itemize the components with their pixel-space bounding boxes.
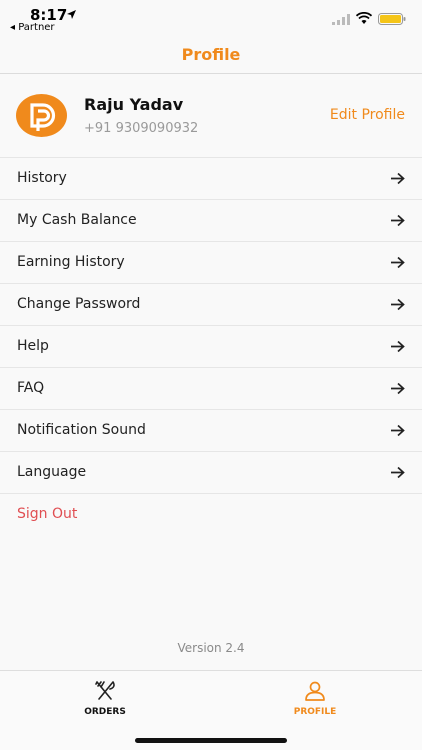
menu-item-label: Notification Sound <box>17 422 146 438</box>
user-phone: +91 9309090932 <box>84 121 199 136</box>
location-arrow-icon <box>67 10 76 19</box>
sign-out-button[interactable]: Sign Out <box>0 493 422 535</box>
menu-item-change-password[interactable]: Change Password <box>0 283 422 325</box>
arrow-right-icon <box>391 466 405 479</box>
nav-bar: Profile <box>0 38 422 74</box>
signal-icon <box>332 14 350 25</box>
menu-item-help[interactable]: Help <box>0 325 422 367</box>
menu-item-label: Help <box>17 338 49 354</box>
tab-label: PROFILE <box>293 707 337 717</box>
menu-item-history[interactable]: History <box>0 157 422 199</box>
wifi-icon <box>356 12 372 24</box>
arrow-right-icon <box>391 256 405 269</box>
back-to-app-link[interactable]: ◂ Partner <box>10 22 55 33</box>
menu-item-label: My Cash Balance <box>17 212 137 228</box>
avatar[interactable] <box>16 94 67 137</box>
menu-item-language[interactable]: Language <box>0 451 422 493</box>
menu-item-label: Language <box>17 464 87 480</box>
menu-item-label: History <box>17 170 67 186</box>
menu-item-cash-balance[interactable]: My Cash Balance <box>0 199 422 241</box>
tab-label: ORDERS <box>84 707 126 717</box>
arrow-right-icon <box>391 340 405 353</box>
status-bar: 8:17 ◂ Partner <box>0 0 422 38</box>
app-version: Version 2.4 <box>177 641 245 655</box>
fork-knife-icon <box>95 681 115 700</box>
edit-profile-button[interactable]: Edit Profile <box>330 107 405 123</box>
page-title: Profile <box>181 45 241 64</box>
sign-out-label: Sign Out <box>17 506 78 522</box>
menu-item-earning-history[interactable]: Earning History <box>0 241 422 283</box>
menu-item-notification-sound[interactable]: Notification Sound <box>0 409 422 451</box>
menu-item-label: Change Password <box>17 296 141 312</box>
brand-logo-icon <box>30 103 56 131</box>
arrow-right-icon <box>391 424 405 437</box>
profile-menu: History My Cash Balance Earning History … <box>0 157 422 535</box>
home-indicator <box>135 738 287 743</box>
menu-item-label: FAQ <box>17 380 45 396</box>
arrow-right-icon <box>391 214 405 227</box>
arrow-right-icon <box>391 172 405 185</box>
arrow-right-icon <box>391 382 405 395</box>
person-icon <box>305 681 325 701</box>
menu-item-label: Earning History <box>17 254 125 270</box>
profile-card: Raju Yadav +91 9309090932 Edit Profile <box>0 75 422 157</box>
tab-orders[interactable]: ORDERS <box>45 681 165 717</box>
user-name: Raju Yadav <box>84 95 184 114</box>
menu-item-faq[interactable]: FAQ <box>0 367 422 409</box>
arrow-right-icon <box>391 298 405 311</box>
tab-profile[interactable]: PROFILE <box>255 681 375 717</box>
battery-icon <box>378 13 406 25</box>
